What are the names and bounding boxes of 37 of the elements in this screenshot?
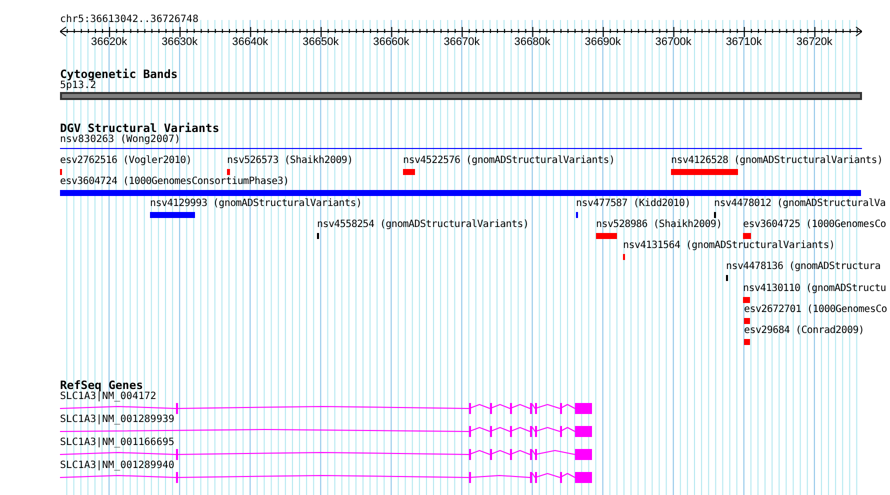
track-summary: nsv830263 (Wong2007) (60, 134, 180, 146)
gene-label: SLC1A3|NM_004172 (60, 391, 156, 403)
band-label: 5p13.2 (60, 80, 96, 92)
variant-label: nsv4126528 (gnomADStructuralVariants) (671, 155, 883, 167)
ruler-tick-label: 36640k (232, 36, 268, 48)
ruler-tick-label: 36630k (162, 36, 198, 48)
ruler-tick-label: 36710k (726, 36, 762, 48)
variant-label: nsv4130110 (gnomADStructu (743, 282, 886, 294)
variant-label: nsv4131564 (gnomADStructuralVariants) (623, 240, 835, 252)
variant-label: nsv477587 (Kidd2010) (576, 198, 690, 210)
region-title: chr5:36613042..36726748 (60, 14, 198, 26)
track-title: RefSeq Genes (60, 379, 144, 391)
ruler-tick-label: 36700k (655, 36, 692, 48)
variant-label: nsv4478012 (gnomADStructuralVa (714, 198, 886, 210)
variant-label: nsv4478136 (gnomADStructura (726, 261, 880, 274)
ruler-tick-label: 36690k (584, 36, 621, 48)
variant-label: nsv4558254 (gnomADStructuralVariants) (317, 218, 529, 231)
variant-label: esv2672701 (1000GenomesCo (744, 304, 888, 316)
ruler-tick-label: 36660k (373, 36, 410, 48)
gene-label: SLC1A3|NM_001289939 (60, 414, 174, 426)
variant-label: esv3604724 (1000GenomesConsortiumPhase3) (60, 176, 289, 188)
variant-label: nsv526573 (Shaikh2009) (227, 155, 353, 167)
ruler-tick-label: 36670k (444, 36, 480, 48)
ruler-tick-label: 36720k (796, 36, 832, 48)
variant-label: esv3604725 (1000GenomesCo (743, 218, 886, 231)
variant-label: nsv4522576 (gnomADStructuralVariants) (403, 155, 615, 167)
track-title: Cytogenetic Bands (60, 68, 178, 80)
variant-label: esv29684 (Conrad2009) (744, 325, 864, 337)
variant-label: esv2762516 (Vogler2010) (60, 155, 192, 167)
track-title: DGV Structural Variants (60, 122, 220, 134)
ruler-tick-label: 36650k (302, 36, 339, 48)
ruler-tick-label: 36620k (91, 36, 128, 48)
gene-label: SLC1A3|NM_001289940 (60, 460, 174, 472)
variant-label: nsv528986 (Shaikh2009) (596, 218, 722, 231)
variant-label: nsv4129993 (gnomADStructuralVariants) (150, 198, 362, 210)
ruler-tick-label: 36680k (514, 36, 550, 48)
gene-label: SLC1A3|NM_001166695 (60, 437, 174, 449)
